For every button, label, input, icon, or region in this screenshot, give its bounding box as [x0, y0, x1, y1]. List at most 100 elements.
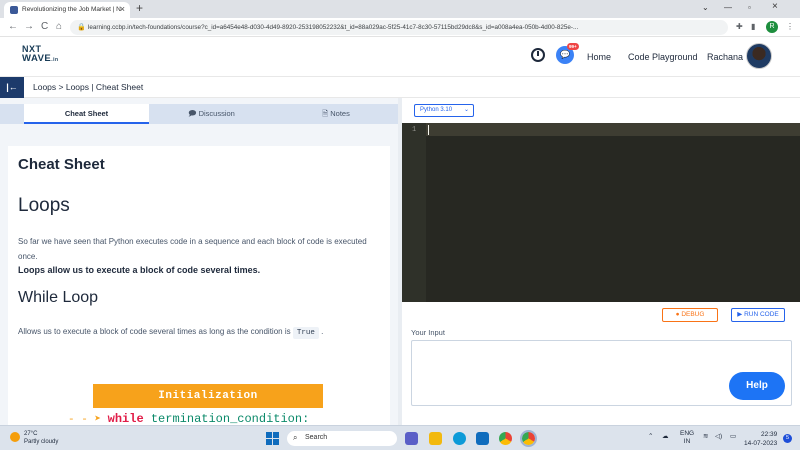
taskbar-search[interactable]: ⌕ Search	[287, 431, 397, 446]
extensions-icon[interactable]: ✚	[736, 22, 743, 31]
editor-gutter	[402, 123, 426, 302]
line-number: 1	[412, 126, 417, 134]
avatar[interactable]	[746, 43, 772, 69]
inline-code-true: True	[292, 327, 319, 339]
battery-icon[interactable]: ▭	[730, 432, 736, 440]
active-line-highlight	[426, 123, 800, 136]
weather-widget[interactable]: 27°C Partly cloudy	[10, 430, 58, 446]
stopwatch-icon[interactable]	[531, 48, 545, 62]
tab-discussion[interactable]: 🗩 Discussion	[149, 104, 274, 124]
tab-label: Notes	[330, 109, 350, 118]
tab-cheat-sheet[interactable]: Cheat Sheet	[24, 104, 149, 124]
tab-label: Cheat Sheet	[64, 109, 109, 118]
url-text: learning.ccbp.in/tech-foundations/course…	[88, 24, 579, 31]
tab-close-icon[interactable]: ×	[120, 4, 125, 14]
edge-icon[interactable]	[453, 432, 466, 445]
back-button[interactable]: ←	[8, 21, 18, 32]
content-tabs: Cheat Sheet 🗩 Discussion 🗎 Notes	[0, 104, 398, 124]
user-name[interactable]: Rachana	[707, 52, 743, 62]
outlook-icon[interactable]	[476, 432, 489, 445]
diagram-while-line: - - ➤ while termination_condition:	[68, 412, 309, 425]
wifi-icon[interactable]: ≋	[703, 432, 708, 440]
run-code-button[interactable]: ▶ RUN CODE	[731, 308, 785, 322]
page-title: Cheat Sheet	[18, 156, 105, 173]
while-keyword: while	[107, 412, 144, 425]
file-explorer-icon[interactable]	[429, 432, 442, 445]
code-editor[interactable]: 1	[402, 123, 800, 302]
arrow-icon: - - ➤	[68, 414, 108, 425]
debug-label: DEBUG	[681, 311, 705, 318]
volume-icon[interactable]: ◁)	[715, 432, 722, 440]
close-window-button[interactable]: ×	[772, 1, 778, 12]
lang-region: IN	[683, 438, 691, 445]
content-pane: Cheat Sheet 🗩 Discussion 🗎 Notes Cheat S…	[0, 98, 398, 425]
notification-badge[interactable]: 5	[783, 434, 792, 443]
weather-text: Partly cloudy	[24, 439, 59, 445]
browser-tab[interactable]: Revolutionizing the Job Market | N ×	[4, 2, 130, 18]
tab-label: Discussion	[198, 109, 235, 118]
diagram-initialization: Initialization	[93, 384, 323, 408]
temperature: 27°C	[24, 431, 38, 437]
code-playground-link[interactable]: Code Playground	[628, 52, 698, 62]
reload-button[interactable]: C	[41, 21, 48, 32]
debug-icon: ●	[675, 311, 680, 318]
language-value: Python 3.10	[420, 107, 453, 113]
start-button-icon[interactable]	[266, 432, 279, 445]
loops-heading: Loops	[18, 195, 70, 216]
nxtwave-logo[interactable]: NXT WAVE.in	[22, 44, 59, 65]
run-label: RUN CODE	[744, 311, 779, 318]
logo-line2: WAVE	[22, 53, 52, 64]
tab-notes[interactable]: 🗎 Notes	[274, 104, 398, 124]
windows-taskbar: 27°C Partly cloudy ⌕ Search ⌃ ☁ ENG IN ≋…	[0, 425, 800, 450]
language-indicator[interactable]: ENG IN	[680, 430, 694, 446]
breadcrumb-bar: |← Loops > Loops | Cheat Sheet	[0, 77, 800, 98]
text-cursor	[428, 125, 429, 135]
your-input-label: Your Input	[411, 328, 445, 337]
while-loop-text: Allows us to execute a block of code sev…	[18, 327, 291, 336]
language-select[interactable]: Python 3.10 ⌄	[414, 104, 474, 117]
while-loop-heading: While Loop	[18, 289, 99, 306]
app-header: NXT WAVE.in 💬 99+ Home Code Playground R…	[0, 37, 800, 77]
minimize-button[interactable]: —	[724, 3, 732, 12]
lock-icon: 🔒	[77, 24, 86, 31]
browser-tab-strip: Revolutionizing the Job Market | N × + ⌄…	[0, 0, 800, 18]
discussion-icon: 🗩	[188, 109, 197, 118]
play-icon: ▶	[737, 311, 743, 318]
time: 22:39	[760, 431, 778, 438]
lang-code: ENG	[680, 430, 695, 437]
tab-title: Revolutionizing the Job Market | N	[22, 6, 121, 13]
date: 14-07-2023	[744, 440, 778, 447]
weather-icon	[10, 432, 20, 442]
termination-condition: termination_condition:	[150, 412, 310, 425]
maximize-button[interactable]: ▫	[748, 3, 751, 12]
profile-avatar[interactable]: R	[766, 21, 778, 33]
search-icon: ⌕	[293, 433, 298, 442]
sidebar-toggle-button[interactable]: |←	[0, 77, 24, 98]
side-panel-icon[interactable]: ▮	[751, 22, 755, 31]
chrome-active-icon[interactable]	[520, 430, 537, 447]
help-button[interactable]: Help	[729, 372, 785, 400]
loops-summary: Loops allow us to execute a block of cod…	[18, 265, 261, 275]
chevron-up-icon[interactable]: ⌃	[648, 432, 653, 440]
menu-icon[interactable]: ⋮	[786, 22, 794, 31]
chrome-icon[interactable]	[499, 432, 512, 445]
address-bar[interactable]: 🔒 learning.ccbp.in/tech-foundations/cour…	[70, 20, 728, 35]
new-tab-button[interactable]: +	[136, 1, 143, 15]
cloud-icon[interactable]: ☁	[662, 432, 669, 440]
tab-search-icon[interactable]: ⌄	[702, 3, 709, 12]
site-favicon-icon	[10, 6, 18, 14]
browser-toolbar: ← → C ⌂ 🔒 learning.ccbp.in/tech-foundati…	[0, 18, 800, 37]
home-link[interactable]: Home	[587, 52, 611, 62]
home-button[interactable]: ⌂	[56, 21, 62, 32]
teams-icon[interactable]	[405, 432, 418, 445]
logo-tld: .in	[51, 57, 59, 63]
forward-button[interactable]: →	[24, 21, 34, 32]
while-loop-paragraph: Allows us to execute a block of code sev…	[18, 327, 380, 339]
while-loop-text-end: .	[321, 327, 324, 336]
editor-pane: Python 3.10 ⌄ 1 ● DEBUG ▶ RUN CODE Your …	[402, 98, 800, 425]
breadcrumb[interactable]: Loops > Loops | Cheat Sheet	[33, 82, 143, 92]
search-placeholder: Search	[305, 434, 328, 441]
chevron-down-icon: ⌄	[463, 107, 469, 113]
debug-button[interactable]: ● DEBUG	[662, 308, 718, 322]
clock[interactable]: 22:39 14-07-2023	[744, 430, 777, 448]
